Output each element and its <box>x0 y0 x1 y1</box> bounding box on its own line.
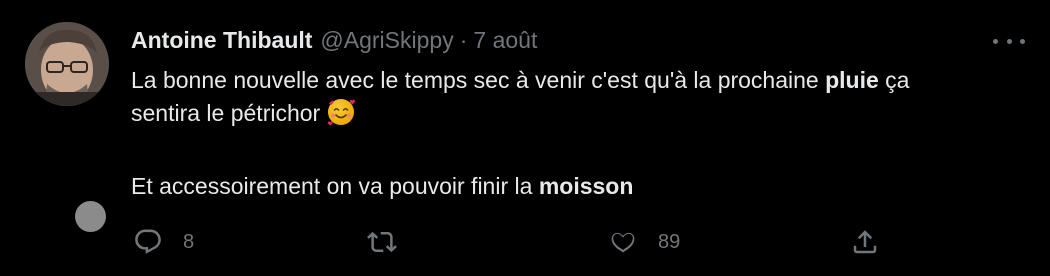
tweet-card[interactable]: Antoine Thibault @AgriSkippy · 7 août La… <box>0 0 1050 276</box>
tweet-line-2: sentira le pétrichor <box>131 97 1031 130</box>
tweet-actions: 8 89 <box>131 222 891 262</box>
reply-button[interactable]: 8 <box>133 222 194 262</box>
tweet-bold-pluie: pluie <box>825 67 879 93</box>
tweet-text: La bonne nouvelle avec le temps sec à ve… <box>131 64 1031 203</box>
tweet-line-1-pre: La bonne nouvelle avec le temps sec à ve… <box>131 67 826 93</box>
more-dot <box>1006 38 1012 44</box>
more-dot <box>993 38 998 44</box>
author-handle[interactable]: @AgriSkippy <box>320 27 453 54</box>
tweet-bold-moisson: moisson <box>538 173 634 199</box>
tweet-line-3-pre: Et accessoirement on va pouvoir finir la <box>131 173 539 199</box>
share-icon <box>853 230 877 254</box>
thread-avatar-placeholder <box>75 201 106 232</box>
avatar-photo <box>25 22 109 106</box>
reply-icon <box>135 229 161 254</box>
retweet-icon <box>367 231 397 253</box>
like-count: 89 <box>658 230 681 253</box>
author-name[interactable]: Antoine Thibault <box>131 27 312 54</box>
reply-count: 8 <box>183 230 195 253</box>
tweet-line-1-post: ça <box>878 67 910 93</box>
avatar[interactable] <box>25 22 109 106</box>
tweet-header: Antoine Thibault @AgriSkippy · 7 août <box>131 24 537 56</box>
more-dot <box>1020 38 1025 44</box>
like-button[interactable]: 89 <box>608 222 680 262</box>
more-dots-icon[interactable] <box>993 31 1025 51</box>
retweet-button[interactable] <box>367 222 397 262</box>
heart-icon <box>611 232 635 253</box>
timestamp[interactable]: 7 août <box>473 27 537 54</box>
header-separator: · <box>459 26 468 53</box>
tweet-line-2-text: sentira le pétrichor <box>131 100 321 126</box>
tweet-line-3: Et accessoirement on va pouvoir finir la… <box>131 170 1031 203</box>
share-button[interactable] <box>850 222 880 262</box>
smiling-face-with-hearts-icon <box>327 99 356 126</box>
tweet-line-1: La bonne nouvelle avec le temps sec à ve… <box>131 64 1031 97</box>
